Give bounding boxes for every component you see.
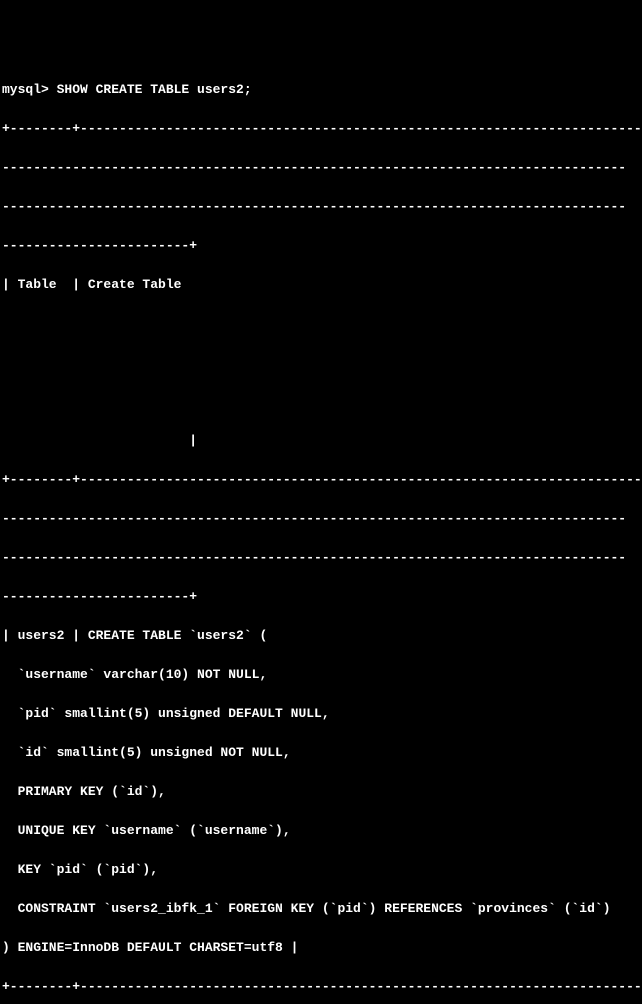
column-def-line: `username` varchar(10) NOT NULL, bbox=[2, 665, 640, 685]
mysql-prompt-line: mysql> SHOW CREATE TABLE users2; bbox=[2, 80, 640, 100]
separator-line: ----------------------------------------… bbox=[2, 548, 640, 568]
separator-line: ------------------------+ bbox=[2, 587, 640, 607]
separator-line: +--------+------------------------------… bbox=[2, 470, 640, 490]
blank-line bbox=[2, 314, 640, 334]
primary-key-line: PRIMARY KEY (`id`), bbox=[2, 782, 640, 802]
separator-line: +--------+------------------------------… bbox=[2, 977, 640, 997]
separator-line: ----------------------------------------… bbox=[2, 158, 640, 178]
column-def-line: `pid` smallint(5) unsigned DEFAULT NULL, bbox=[2, 704, 640, 724]
blank-line bbox=[2, 392, 640, 412]
separator-line: ------------------------+ bbox=[2, 236, 640, 256]
separator-line: ----------------------------------------… bbox=[2, 509, 640, 529]
table-header: | Table | Create Table bbox=[2, 275, 640, 295]
blank-line bbox=[2, 353, 640, 373]
separator-line: ----------------------------------------… bbox=[2, 197, 640, 217]
constraint-line: CONSTRAINT `users2_ibfk_1` FOREIGN KEY (… bbox=[2, 899, 640, 919]
column-def-line: `id` smallint(5) unsigned NOT NULL, bbox=[2, 743, 640, 763]
create-table-line: | users2 | CREATE TABLE `users2` ( bbox=[2, 626, 640, 646]
separator-line: +--------+------------------------------… bbox=[2, 119, 640, 139]
unique-key-line: UNIQUE KEY `username` (`username`), bbox=[2, 821, 640, 841]
engine-line: ) ENGINE=InnoDB DEFAULT CHARSET=utf8 | bbox=[2, 938, 640, 958]
table-header-end: | bbox=[2, 431, 640, 451]
key-line: KEY `pid` (`pid`), bbox=[2, 860, 640, 880]
